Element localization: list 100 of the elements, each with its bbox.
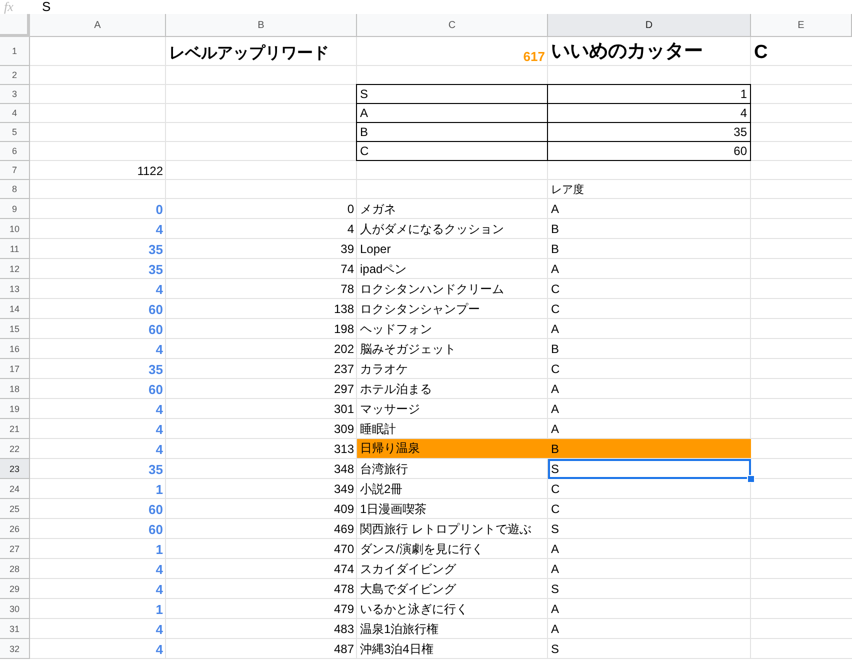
cell-text: 478 (334, 582, 354, 596)
cell-text: 1日漫画喫茶 (360, 500, 427, 518)
cell-text: 409 (334, 502, 354, 516)
cell-text: レベルアップリワード (169, 43, 329, 64)
row-header[interactable]: 12 (0, 259, 30, 279)
cell-text: 脳みそガジェット (360, 340, 456, 358)
cell-text: C (551, 302, 560, 316)
function-label: fx (3, 1, 14, 13)
cell-text: A (551, 382, 560, 396)
cell-text: 台湾旅行 (360, 460, 408, 478)
row-header[interactable]: 15 (0, 319, 30, 339)
row-header[interactable]: 18 (0, 379, 30, 399)
cell-text: 487 (334, 642, 354, 656)
row-header[interactable]: 22 (0, 439, 30, 459)
cell-text: A (551, 562, 560, 576)
cell-text: 483 (334, 622, 354, 636)
row-header[interactable]: 25 (0, 499, 30, 519)
row-header[interactable]: 13 (0, 279, 30, 299)
active-cell[interactable]: S (548, 459, 751, 479)
column-header[interactable]: D (548, 14, 751, 37)
cell-text: カラオケ (360, 360, 408, 378)
cell-text: 74 (340, 262, 354, 276)
cell-text: A (551, 322, 560, 336)
row-header[interactable]: 4 (0, 104, 30, 123)
row-header[interactable]: 14 (0, 299, 30, 319)
cell-text: 348 (334, 462, 354, 476)
row-header[interactable]: 27 (0, 539, 30, 559)
table-cell: 日帰り温泉 (357, 439, 548, 458)
cell-text: 617 (523, 49, 545, 64)
cell-text: 35 (148, 362, 163, 376)
cell-text: いるかと泳ぎに行く (360, 600, 468, 618)
cell-text: 309 (334, 422, 354, 436)
row-header[interactable]: 11 (0, 239, 30, 259)
cell-text: ロクシタンシャンプー (360, 300, 480, 318)
cell-text: レア度 (551, 182, 584, 197)
cell-text: 4 (156, 642, 163, 656)
formula-input[interactable]: S (32, 1, 51, 13)
cell-text: 138 (334, 302, 354, 316)
cell-text: 温泉1泊旅行権 (360, 620, 439, 638)
cell-text: ホテル泊まる (360, 380, 432, 398)
row-header[interactable]: 32 (0, 639, 30, 659)
cell-text: A (551, 542, 560, 556)
cell-text: 35 (148, 242, 163, 256)
row-header[interactable]: 8 (0, 180, 30, 199)
row-header[interactable]: 23 (0, 459, 30, 479)
cell-text: 60 (148, 322, 163, 336)
cell-text: A (551, 402, 560, 416)
cell-text: A (551, 602, 560, 616)
row-header[interactable]: 1 (0, 37, 30, 66)
row-header[interactable]: 6 (0, 142, 30, 161)
cell-text: 大島でダイビング (360, 580, 456, 598)
cell-text: 小説2冊 (360, 480, 403, 498)
row-header[interactable]: 28 (0, 559, 30, 579)
cell-text: A (551, 422, 560, 436)
cell-text: 470 (334, 542, 354, 556)
cell-text: 39 (340, 242, 354, 256)
row-header[interactable]: 21 (0, 419, 30, 439)
row-header[interactable]: 17 (0, 359, 30, 379)
row-header[interactable]: 31 (0, 619, 30, 639)
cell-text: ロクシタンハンドクリーム (360, 280, 504, 298)
row-header[interactable]: 3 (0, 85, 30, 104)
cell-text: 4 (156, 342, 163, 356)
cell-text: 4 (156, 622, 163, 636)
cell-text: 479 (334, 602, 354, 616)
cell-text: 4 (156, 402, 163, 416)
cell-text: 237 (334, 362, 354, 376)
cell-text: 1 (156, 602, 163, 616)
cell-text: 60 (148, 522, 163, 536)
row-header[interactable]: 16 (0, 339, 30, 359)
cell-text: 202 (334, 342, 354, 356)
cell-text: 301 (334, 402, 354, 416)
cell-text: C (754, 42, 768, 64)
cell-text: S (551, 582, 560, 596)
row-header[interactable]: 29 (0, 579, 30, 599)
row-header[interactable]: 9 (0, 199, 30, 219)
table-cell: B (548, 439, 751, 458)
row-header[interactable]: 2 (0, 66, 30, 85)
cell-text: 4 (156, 582, 163, 596)
cell-text: A (551, 622, 560, 636)
cell-text: 0 (156, 202, 163, 216)
cell-text: C (551, 282, 560, 296)
fill-handle[interactable] (747, 475, 755, 483)
row-header[interactable]: 26 (0, 519, 30, 539)
cell-text: 60 (148, 502, 163, 516)
row-header[interactable]: 7 (0, 161, 30, 180)
cell-text: 沖縄3泊4日権 (360, 640, 434, 658)
cell-text: 60 (148, 302, 163, 316)
cell-text: A (551, 262, 560, 276)
table-cell: C (356, 141, 548, 161)
cell-text: 4 (347, 222, 354, 236)
cell-text: ipadペン (360, 260, 407, 278)
cell-text: いいめのカッター (551, 40, 703, 64)
row-header[interactable]: 30 (0, 599, 30, 619)
cell-text: 睡眠計 (360, 420, 396, 438)
cell-text: 474 (334, 562, 354, 576)
row-header[interactable]: 10 (0, 219, 30, 239)
row-header[interactable]: 19 (0, 399, 30, 419)
cell-text: B (551, 342, 560, 356)
row-header[interactable]: 24 (0, 479, 30, 499)
row-header[interactable]: 5 (0, 123, 30, 142)
